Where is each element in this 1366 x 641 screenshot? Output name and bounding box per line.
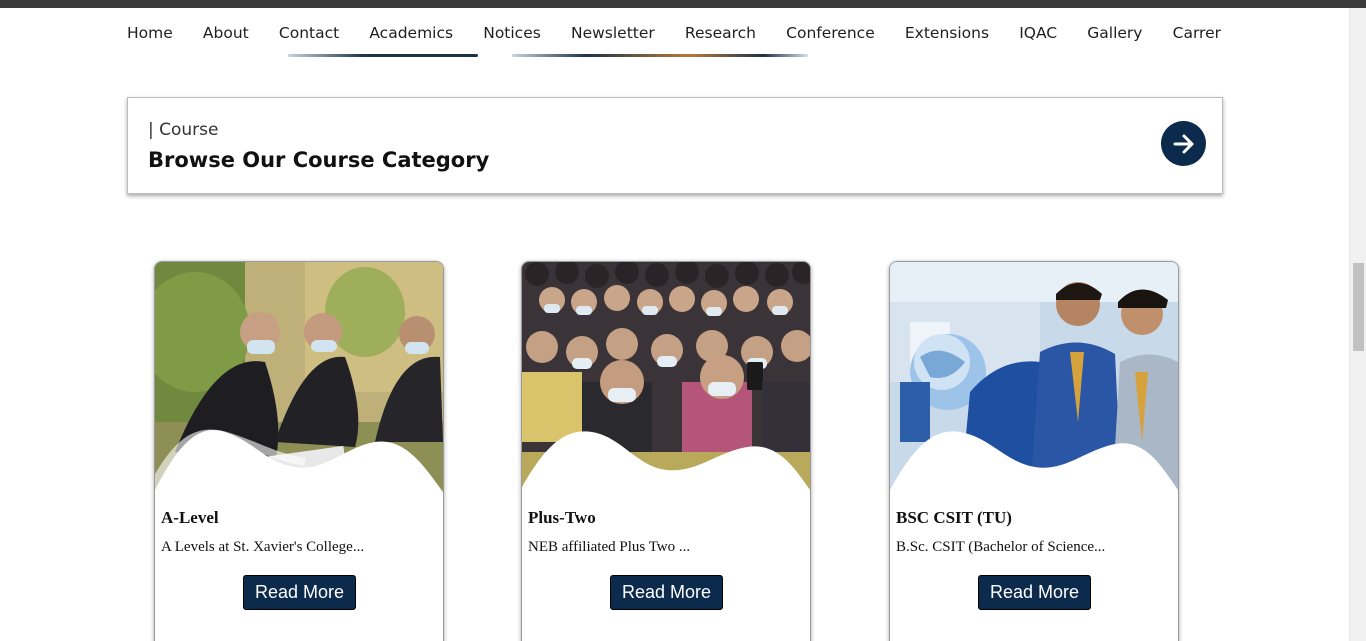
nav-research[interactable]: Research bbox=[685, 24, 756, 42]
hero-image-edge bbox=[512, 54, 808, 57]
hero-image-edge bbox=[288, 54, 478, 57]
course-card-description: NEB affiliated Plus Two ... bbox=[528, 539, 691, 555]
course-card-image bbox=[155, 262, 443, 499]
browser-top-bar bbox=[0, 0, 1366, 8]
nav-carrer[interactable]: Carrer bbox=[1173, 24, 1221, 42]
browse-courses-button[interactable] bbox=[1161, 121, 1206, 166]
read-more-button[interactable]: Read More bbox=[243, 575, 356, 610]
nav-contact[interactable]: Contact bbox=[279, 24, 339, 42]
arrow-right-icon bbox=[1173, 134, 1193, 153]
nav-about[interactable]: About bbox=[203, 24, 249, 42]
students-seated-outdoors-photo bbox=[155, 262, 443, 499]
nav-notices[interactable]: Notices bbox=[483, 24, 541, 42]
section-tag: | Course bbox=[148, 120, 219, 140]
course-card-description: A Levels at St. Xavier's College... bbox=[161, 539, 365, 555]
course-card-title: BSC CSIT (TU) bbox=[896, 508, 1012, 527]
scrollbar-thumb[interactable] bbox=[1353, 263, 1364, 351]
course-card-plus-two: Plus-Two NEB affiliated Plus Two ... Rea… bbox=[521, 261, 811, 641]
main-navigation: Home About Contact Academics Notices New… bbox=[114, 18, 1234, 48]
course-card-a-level: A-Level A Levels at St. Xavier's College… bbox=[154, 261, 444, 641]
read-more-button[interactable]: Read More bbox=[610, 575, 723, 610]
nav-iqac[interactable]: IQAC bbox=[1019, 24, 1057, 42]
course-card-title: A-Level bbox=[161, 508, 219, 527]
nav-gallery[interactable]: Gallery bbox=[1087, 24, 1142, 42]
students-with-globe-photo bbox=[890, 262, 1178, 499]
nav-academics[interactable]: Academics bbox=[369, 24, 453, 42]
nav-conference[interactable]: Conference bbox=[786, 24, 875, 42]
course-category-banner: | Course Browse Our Course Category bbox=[127, 97, 1223, 194]
page-scrollbar[interactable] bbox=[1349, 8, 1366, 641]
read-more-button[interactable]: Read More bbox=[978, 575, 1091, 610]
nav-newsletter[interactable]: Newsletter bbox=[571, 24, 655, 42]
section-heading: Browse Our Course Category bbox=[148, 148, 490, 172]
student-crowd-photo bbox=[522, 262, 810, 499]
course-card-image bbox=[890, 262, 1178, 499]
nav-extensions[interactable]: Extensions bbox=[905, 24, 989, 42]
course-card-image bbox=[522, 262, 810, 499]
course-card-description: B.Sc. CSIT (Bachelor of Science... bbox=[896, 539, 1106, 555]
course-card-title: Plus-Two bbox=[528, 508, 596, 527]
nav-home[interactable]: Home bbox=[127, 24, 173, 42]
course-card-bsc-csit: BSC CSIT (TU) B.Sc. CSIT (Bachelor of Sc… bbox=[889, 261, 1179, 641]
